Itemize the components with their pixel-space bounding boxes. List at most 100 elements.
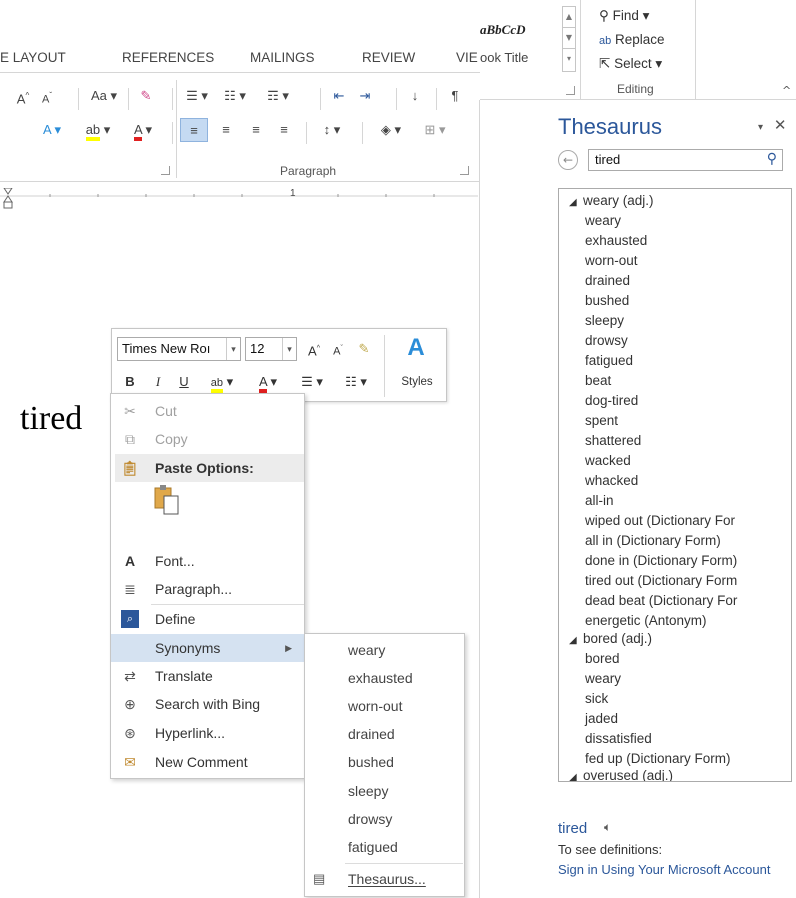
shrink-font-button[interactable]: Aˇ <box>38 84 56 108</box>
mt-font-color-button[interactable]: A ▾ <box>248 371 288 393</box>
font-group-launcher-icon[interactable] <box>161 166 170 175</box>
result-item[interactable]: energetic (Antonym) <box>585 611 707 631</box>
format-painter-icon[interactable]: ✎ <box>352 338 376 360</box>
tab-view[interactable]: VIE <box>456 50 478 65</box>
grow-font-button[interactable]: A^ <box>14 84 32 108</box>
change-case-button[interactable]: Aa ▾ <box>86 84 122 108</box>
result-group-heading[interactable]: ◢ overused (adj.) <box>569 766 673 781</box>
result-item[interactable]: sleepy <box>585 311 624 331</box>
speaker-icon[interactable]: 🔈︎ <box>604 820 611 835</box>
tab-review[interactable]: REVIEW <box>362 50 415 65</box>
menu-item-synonyms[interactable]: Synonyms ▶ <box>111 634 304 662</box>
mt-shrink-font-icon[interactable]: Aˇ <box>328 338 348 360</box>
decrease-indent-icon[interactable]: ⇤ <box>328 84 350 108</box>
find-button[interactable]: ⚲ Find ▾ <box>599 8 649 24</box>
multilevel-list-button[interactable]: ☶ ▾ <box>256 84 300 108</box>
font-name-combo[interactable]: Times New Roı ▾ <box>117 337 241 361</box>
mt-styles-button[interactable]: Styles <box>392 371 442 393</box>
result-item[interactable]: bushed <box>585 291 629 311</box>
styles-gallery[interactable]: aBbCcD ook Title ▲ ▼ ▾ <box>480 0 580 100</box>
result-item[interactable]: drowsy <box>585 331 628 351</box>
result-item[interactable]: tired out (Dictionary Form <box>585 571 737 591</box>
result-item[interactable]: wacked <box>585 451 631 471</box>
result-item[interactable]: sick <box>585 689 608 709</box>
italic-button[interactable]: I <box>148 371 168 393</box>
result-item[interactable]: whacked <box>585 471 638 491</box>
menu-item-thesaurus[interactable]: ▤ Thesaurus... <box>305 865 464 893</box>
replace-button[interactable]: ab Replace <box>599 32 665 47</box>
mt-highlight-button[interactable]: ab ▾ <box>202 371 242 393</box>
borders-button[interactable]: ⊞ ▾ <box>416 118 454 142</box>
result-item[interactable]: fatigued <box>585 351 633 371</box>
result-item[interactable]: dog-tired <box>585 391 638 411</box>
styles-launcher-icon[interactable] <box>566 86 575 95</box>
justify-button[interactable]: ≡ <box>272 118 296 142</box>
result-group-heading[interactable]: ◢ bored (adj.) <box>569 629 652 649</box>
shading-button[interactable]: ◈ ▾ <box>372 118 410 142</box>
font-color-button[interactable]: A ▾ <box>124 118 162 142</box>
paste-keep-text-icon[interactable] <box>151 484 185 518</box>
bullets-button[interactable]: ☰ ▾ <box>180 84 214 108</box>
result-item[interactable]: weary <box>585 211 621 231</box>
document-selected-word[interactable]: tired <box>20 400 82 438</box>
gallery-scroll[interactable]: ▲ ▼ ▾ <box>562 6 576 72</box>
menu-item-define[interactable]: ⌕ Define <box>111 605 304 633</box>
result-item[interactable]: wiped out (Dictionary For <box>585 511 735 531</box>
menu-item-font[interactable]: A Font... <box>111 547 304 575</box>
styles-icon[interactable]: A <box>396 333 436 363</box>
text-effects-button[interactable]: A ▾ <box>32 118 72 142</box>
result-item[interactable]: beat <box>585 371 611 391</box>
menu-item-new-comment[interactable]: ✉ New Comment <box>111 748 304 776</box>
tab-page-layout[interactable]: E LAYOUT <box>0 50 66 65</box>
tab-references[interactable]: REFERENCES <box>122 50 214 65</box>
result-item[interactable]: drained <box>585 271 630 291</box>
synonym-item[interactable]: weary <box>305 636 464 664</box>
menu-item-hyperlink[interactable]: ⊛ Hyperlink... <box>111 719 304 747</box>
result-item[interactable]: jaded <box>585 709 618 729</box>
style-book-title[interactable]: ook Title <box>480 50 528 65</box>
mt-numbering-button[interactable]: ☷ ▾ <box>334 371 378 393</box>
synonym-item[interactable]: bushed <box>305 748 464 776</box>
select-button[interactable]: ⇱ Select ▾ <box>599 56 662 72</box>
close-pane-icon[interactable]: ✕ <box>774 116 787 134</box>
result-item[interactable]: spent <box>585 411 618 431</box>
result-item[interactable]: done in (Dictionary Form) <box>585 551 737 571</box>
result-item[interactable]: bored <box>585 649 620 669</box>
synonym-item[interactable]: fatigued <box>305 833 464 861</box>
mt-bullets-button[interactable]: ☰ ▾ <box>292 371 332 393</box>
menu-item-search-with-bing[interactable]: ⊕ Search with Bing <box>111 690 304 718</box>
result-item[interactable]: dead beat (Dictionary For <box>585 591 737 611</box>
highlight-button[interactable]: ab ▾ <box>78 118 118 142</box>
result-group-heading[interactable]: ◢ weary (adj.) <box>569 191 654 211</box>
menu-item-copy[interactable]: ⧉ Copy <box>111 425 304 453</box>
result-item[interactable]: worn-out <box>585 251 638 271</box>
clear-formatting-icon[interactable]: ✎ <box>134 84 158 108</box>
align-right-button[interactable]: ≡ <box>244 118 268 142</box>
search-icon[interactable]: ⚲ <box>767 151 777 167</box>
synonym-item[interactable]: drained <box>305 720 464 748</box>
collapse-ribbon-icon[interactable]: ^ <box>782 84 791 97</box>
align-left-button[interactable]: ≡ <box>180 118 208 142</box>
bold-button[interactable]: B <box>120 371 140 393</box>
result-item[interactable]: all in (Dictionary Form) <box>585 531 721 551</box>
underline-button[interactable]: U <box>174 371 194 393</box>
thesaurus-search-input[interactable]: tired ⚲ <box>588 149 783 171</box>
menu-item-translate[interactable]: ⇄ Translate <box>111 662 304 690</box>
result-item[interactable]: weary <box>585 669 621 689</box>
synonym-item[interactable]: drowsy <box>305 805 464 833</box>
font-size-combo[interactable]: 12 ▾ <box>245 337 297 361</box>
align-center-button[interactable]: ≡ <box>214 118 238 142</box>
pane-options-icon[interactable]: ▾ <box>758 122 763 133</box>
paragraph-mark-button[interactable]: ¶ <box>446 84 464 108</box>
result-item[interactable]: shattered <box>585 431 641 451</box>
result-item[interactable]: dissatisfied <box>585 729 652 749</box>
paragraph-group-launcher-icon[interactable] <box>460 166 469 175</box>
numbering-button[interactable]: ☷ ▾ <box>218 84 252 108</box>
tab-mailings[interactable]: MAILINGS <box>250 50 315 65</box>
synonym-item[interactable]: exhausted <box>305 664 464 692</box>
sort-icon[interactable]: ↓ <box>404 84 426 108</box>
back-arrow-icon[interactable]: ← <box>558 150 578 170</box>
menu-item-cut[interactable]: ✂ Cut <box>111 397 304 425</box>
synonym-item[interactable]: worn-out <box>305 692 464 720</box>
mt-grow-font-icon[interactable]: A^ <box>304 338 324 360</box>
